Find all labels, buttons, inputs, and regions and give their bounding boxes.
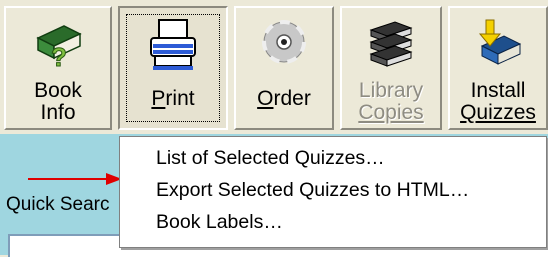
book-info-label: Book Info — [34, 79, 82, 124]
svg-text:?: ? — [51, 42, 67, 72]
print-dropdown-menu: List of Selected Quizzes… Export Selecte… — [119, 136, 547, 248]
print-button[interactable]: Print — [118, 6, 228, 130]
order-mnemonic: O — [257, 87, 274, 110]
order-button[interactable]: Order — [234, 6, 334, 130]
install-quizzes-label: Install Quizzes — [460, 79, 536, 124]
print-label: Print — [151, 87, 195, 110]
cd-disc-icon — [262, 20, 306, 64]
book-stack-icon — [369, 21, 413, 67]
toolbar: ? Book Info Print Order Library Copies I… — [0, 0, 548, 134]
install-book-icon — [478, 19, 522, 65]
book-question-icon: ? — [36, 25, 82, 73]
menu-item-export-to-html[interactable]: Export Selected Quizzes to HTML… — [156, 179, 469, 202]
menu-item-list-selected-quizzes[interactable]: List of Selected Quizzes… — [156, 147, 385, 170]
library-copies-label: Library Copies — [358, 79, 424, 124]
menu-item-book-labels[interactable]: Book Labels… — [156, 211, 283, 234]
library-copies-button[interactable]: Library Copies — [340, 6, 442, 130]
printer-icon — [150, 19, 196, 70]
install-quizzes-button[interactable]: Install Quizzes — [448, 6, 548, 130]
order-label: Order — [257, 87, 311, 110]
red-arrow-annotation — [28, 173, 122, 185]
print-mnemonic: P — [151, 87, 166, 110]
quick-search-label: Quick Searc — [6, 194, 110, 215]
book-info-button[interactable]: ? Book Info — [4, 6, 112, 130]
